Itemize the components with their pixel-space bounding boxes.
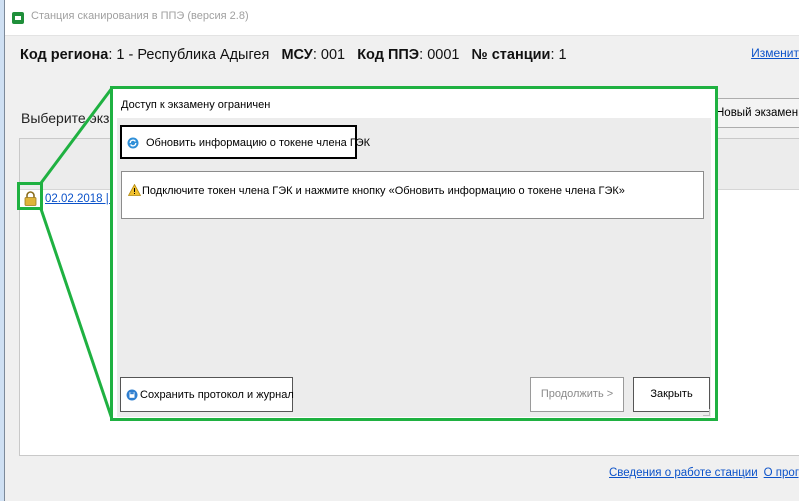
ppe-label: Код ППЭ xyxy=(357,47,420,63)
select-exam-label: Выберите экзамен xyxy=(21,110,113,126)
about-link[interactable]: О программе xyxy=(764,467,799,479)
save-protocol-button[interactable]: Сохранить протокол и журнал xyxy=(120,377,294,412)
dialog-title: Доступ к экзамену ограничен xyxy=(121,99,271,111)
region-label: Код региона xyxy=(20,47,109,63)
msu-value: 001 xyxy=(320,47,346,63)
footer-links: Сведения о работе станции О программе xyxy=(609,467,799,479)
warning-icon xyxy=(128,184,141,196)
warning-message: Подключите токен члена ГЭК и нажмите кно… xyxy=(121,171,704,219)
refresh-token-button[interactable]: Обновить информацию о токене члена ГЭК xyxy=(120,125,370,159)
change-link[interactable]: Изменит xyxy=(751,46,799,60)
station-info-row: Код региона: 1 - Республика Адыгея МСУ: … xyxy=(20,47,567,63)
window-title: Станция сканирования в ППЭ (версия 2.8) xyxy=(31,10,249,22)
resize-grip[interactable] xyxy=(703,409,710,416)
app-icon xyxy=(12,12,24,24)
ppe-value: 0001 xyxy=(427,47,460,63)
new-exam-button[interactable]: Новый экзамен xyxy=(705,98,799,128)
continue-button[interactable]: Продолжить > xyxy=(530,377,624,412)
title-bar: Станция сканирования в ППЭ (версия 2.8) xyxy=(5,0,799,36)
access-restricted-dialog: Доступ к экзамену ограничен Обновить инф… xyxy=(110,86,718,421)
close-button[interactable]: Закрыть xyxy=(633,377,710,412)
warning-text: Подключите токен члена ГЭК и нажмите кно… xyxy=(142,185,625,197)
exam-item-link[interactable]: 02.02.2018 | 01 xyxy=(45,193,111,205)
station-info-link[interactable]: Сведения о работе станции xyxy=(609,467,758,479)
save-icon xyxy=(126,389,138,401)
refresh-token-label: Обновить информацию о токене члена ГЭК xyxy=(146,137,371,149)
msu-label: МСУ xyxy=(281,47,313,63)
refresh-icon xyxy=(127,137,139,149)
station-value: 1 xyxy=(558,47,567,63)
dialog-body: Обновить информацию о токене члена ГЭК П… xyxy=(117,118,711,417)
save-protocol-label: Сохранить протокол и журнал xyxy=(140,389,294,401)
station-label: № станции xyxy=(471,47,551,63)
lock-highlight-frame xyxy=(17,182,43,210)
region-value: 1 - Республика Адыгея xyxy=(116,47,270,63)
